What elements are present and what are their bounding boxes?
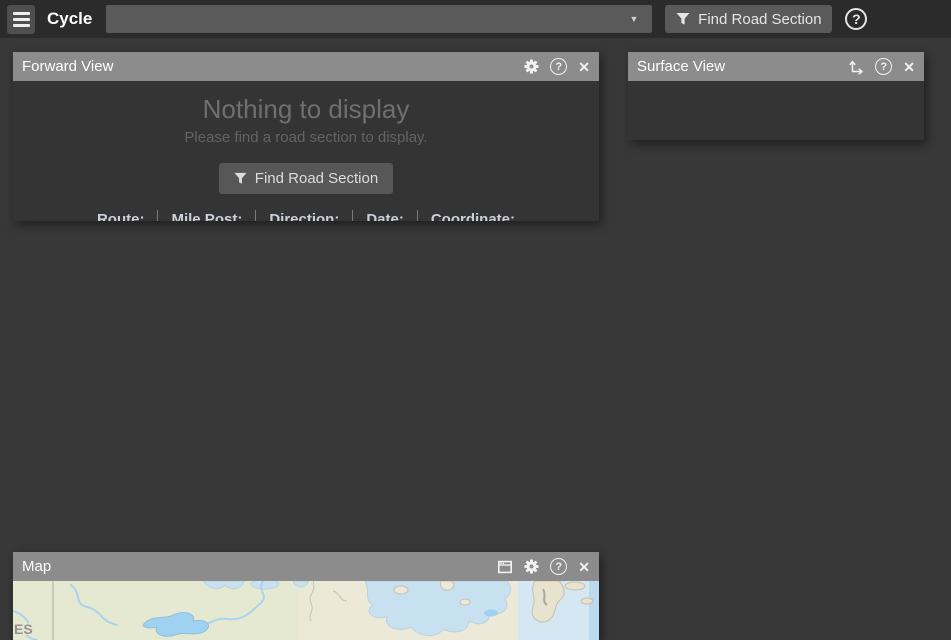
empty-state-title: Nothing to display (202, 94, 410, 124)
close-icon[interactable]: ✕ (578, 560, 590, 574)
close-icon[interactable]: ✕ (903, 60, 915, 74)
road-info-bar: Route: Mile Post: Direction: Date: Coord… (13, 210, 599, 221)
window-icon[interactable] (497, 559, 513, 575)
forward-view-panel: Forward View ? ✕ Nothing to display Plea… (13, 52, 599, 221)
route-label: Route: (96, 211, 145, 221)
map-canvas[interactable]: ES (13, 581, 599, 640)
hamburger-icon (12, 11, 30, 15)
map-image: ES (13, 581, 599, 640)
map-panel: Map ? ✕ ES (13, 552, 599, 640)
cycle-dropdown[interactable]: ▼ (106, 5, 653, 33)
map-place-label: ES (14, 621, 33, 637)
date-label: Date: (352, 210, 417, 221)
filter-icon (234, 172, 247, 184)
surface-view-header[interactable]: Surface View ? ✕ (628, 52, 924, 81)
map-header[interactable]: Map ? ✕ (13, 552, 599, 581)
filter-icon (676, 13, 690, 25)
help-icon[interactable]: ? (550, 58, 568, 75)
axes-icon[interactable] (848, 59, 864, 75)
panel-title: Map (22, 558, 52, 575)
empty-state-subtitle: Please find a road section to display. (184, 129, 428, 146)
help-icon[interactable]: ? (845, 8, 868, 30)
help-icon[interactable]: ? (550, 558, 568, 575)
close-icon[interactable]: ✕ (578, 60, 590, 74)
help-icon[interactable]: ? (875, 58, 893, 75)
surface-view-panel: Surface View ? ✕ (628, 52, 924, 140)
mile-post-label: Mile Post: (157, 210, 255, 221)
gear-icon[interactable] (524, 559, 539, 574)
find-road-section-button[interactable]: Find Road Section (665, 5, 833, 33)
panel-title: Forward View (22, 58, 114, 75)
menu-button[interactable] (7, 4, 35, 34)
surface-view-content (628, 81, 924, 140)
coordinate-label: Coordinate: (416, 210, 528, 221)
chevron-down-icon: ▼ (629, 14, 639, 24)
find-road-section-button[interactable]: Find Road Section (218, 163, 394, 194)
panel-title: Surface View (637, 58, 726, 75)
direction-label: Direction: (255, 210, 352, 221)
cycle-label: Cycle (47, 9, 93, 28)
forward-view-header[interactable]: Forward View ? ✕ (13, 52, 599, 81)
toolbar: Cycle ▼ Find Road Section ? (0, 0, 951, 38)
find-road-section-label: Find Road Section (698, 10, 822, 28)
forward-view-content: Nothing to display Please find a road se… (13, 81, 599, 221)
find-road-section-label: Find Road Section (254, 170, 379, 187)
gear-icon[interactable] (524, 59, 539, 74)
